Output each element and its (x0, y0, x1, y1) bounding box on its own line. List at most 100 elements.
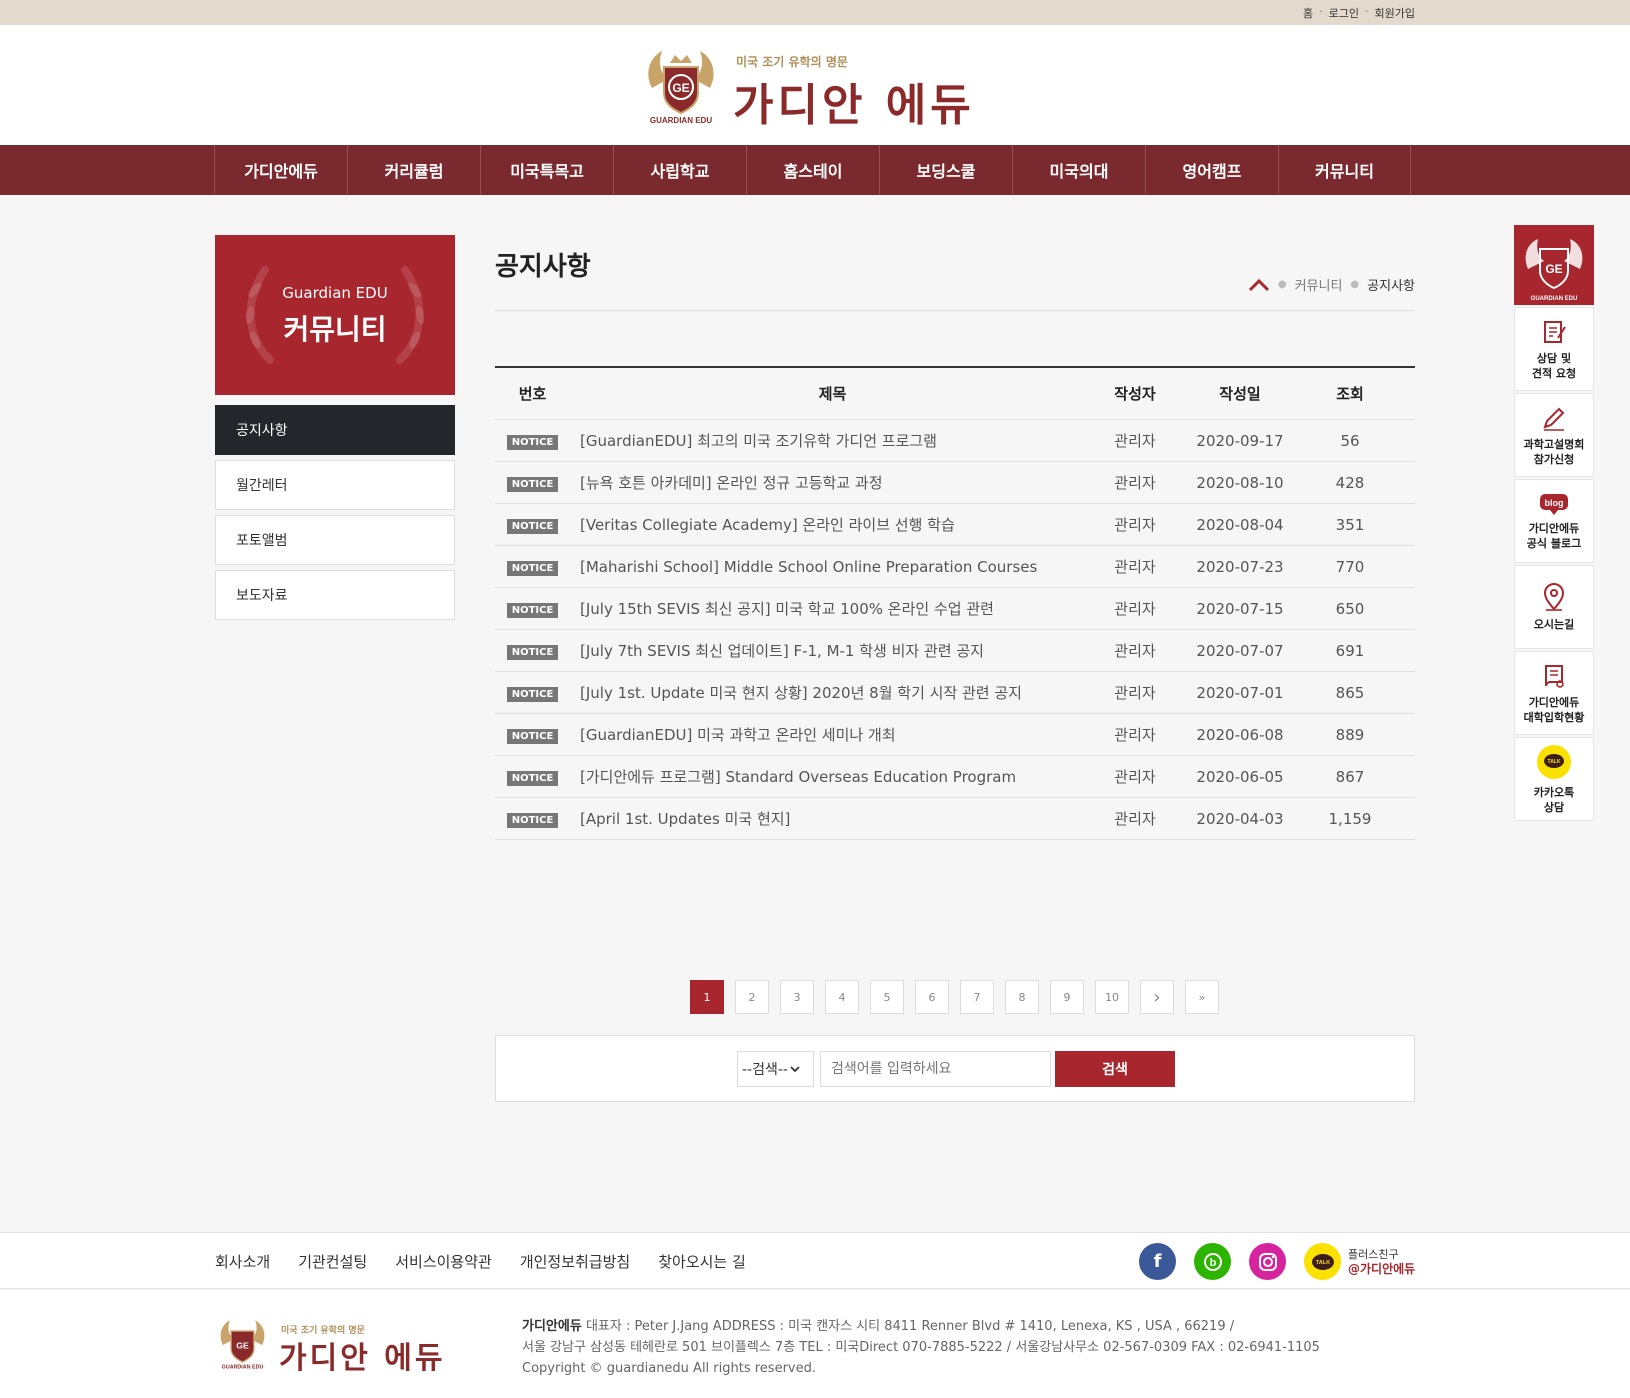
facebook-icon[interactable]: f (1139, 1243, 1176, 1280)
svg-text:GUARDIAN EDU: GUARDIAN EDU (1531, 296, 1578, 302)
post-title-link[interactable]: [GuardianEDU] 최고의 미국 조기유학 가디언 프로그램 (570, 430, 1085, 451)
post-date: 2020-07-23 (1196, 557, 1284, 576)
page-button-5[interactable]: 5 (870, 980, 904, 1014)
plus-friend-label: 플러스친구 (1348, 1248, 1399, 1261)
quick-admission-status[interactable]: 가디안에듀 대학입학현황 (1514, 651, 1594, 735)
post-title-link[interactable]: [Veritas Collegiate Academy] 온라인 라이브 선행 … (570, 514, 1085, 535)
last-page-button[interactable]: » (1185, 980, 1219, 1014)
table-row[interactable]: NOTICE [July 7th SEVIS 최신 업데이트] F-1, M-1 … (495, 630, 1415, 672)
post-title-link[interactable]: [July 7th SEVIS 최신 업데이트] F-1, M-1 학생 비자 … (570, 640, 1085, 661)
page-button-8[interactable]: 8 (1005, 980, 1039, 1014)
quick-label: 공식 블로그 (1526, 536, 1582, 550)
post-title-link[interactable]: [GuardianEDU] 미국 과학고 온라인 세미나 개최 (570, 724, 1085, 745)
signup-link[interactable]: 회원가입 (1375, 5, 1415, 21)
table-row[interactable]: NOTICE [가디안에듀 프로그램] Standard Overseas Edu… (495, 756, 1415, 798)
page-button-4[interactable]: 4 (825, 980, 859, 1014)
quick-science-seminar[interactable]: 과학고설명회 참가신청 (1514, 393, 1594, 477)
page-button-3[interactable]: 3 (780, 980, 814, 1014)
breadcrumb: ● 커뮤니티 ● 공지사항 (1248, 275, 1415, 294)
nav-item-homestay[interactable]: 홈스테이 (746, 145, 879, 195)
table-row[interactable]: NOTICE [GuardianEDU] 미국 과학고 온라인 세미나 개최 관리자… (495, 714, 1415, 756)
logo-emblem-icon: GE GUARDIAN EDU (1525, 239, 1583, 302)
nav-item-medical-school[interactable]: 미국의대 (1012, 145, 1145, 195)
search-field-select-value: --검색-- (742, 1062, 788, 1078)
table-row[interactable]: NOTICE [GuardianEDU] 최고의 미국 조기유학 가디언 프로그램… (495, 420, 1415, 462)
notice-badge: NOTICE (506, 645, 559, 660)
nav-item-community[interactable]: 커뮤니티 (1278, 145, 1411, 195)
post-views: 867 (1335, 767, 1365, 786)
consult-icon (1544, 320, 1566, 343)
next-page-button[interactable]: › (1140, 980, 1174, 1014)
kakao-plus-friend[interactable]: 플러스친구 @가디안에듀 (1348, 1248, 1415, 1276)
post-title-link[interactable]: [July 1st. Update 미국 현지 상황] 2020년 8월 학기 … (570, 682, 1085, 703)
site-logo[interactable]: GE GUARDIAN EDU 미국 조기 유학의 명문 가디안 에듀 (640, 43, 1000, 133)
quick-menu-logo[interactable]: GE GUARDIAN EDU (1514, 225, 1594, 305)
svg-text:GE: GE (672, 81, 689, 95)
nav-item-private-school[interactable]: 사립학교 (613, 145, 746, 195)
logo-brand-name: 가디안 에듀 (733, 80, 975, 131)
separator: ● (1350, 279, 1360, 290)
footer-link-privacy[interactable]: 개인정보취급방침 (520, 1251, 630, 1272)
table-row[interactable]: NOTICE [April 1st. Updates 미국 현지] 관리자 2020-… (495, 798, 1415, 840)
footer-link-directions[interactable]: 찾아오시는 길 (658, 1251, 746, 1272)
footer-logo[interactable]: GE GUARDIAN EDU 미국 조기 유학의 명문 가디안 에듀 (215, 1315, 455, 1376)
footer-link-consulting[interactable]: 기관컨설팅 (298, 1251, 367, 1272)
page-button-9[interactable]: 9 (1050, 980, 1084, 1014)
quick-official-blog[interactable]: blog 가디안에듀 공식 블로그 (1514, 479, 1594, 563)
notice-badge: NOTICE (506, 519, 559, 534)
copyright: Copyright © guardianedu All rights reser… (522, 1361, 816, 1376)
quick-consult-request[interactable]: 상담 및 견적 요청 (1514, 307, 1594, 391)
post-title-link[interactable]: [뉴욕 호튼 아카데미] 온라인 정규 고등학교 과정 (570, 472, 1085, 493)
search-button[interactable]: 검색 (1055, 1051, 1175, 1087)
notice-badge-cell: NOTICE (495, 641, 570, 660)
sidebar-item-photo-album[interactable]: 포토앨범 (215, 515, 455, 565)
page-button-2[interactable]: 2 (735, 980, 769, 1014)
post-date: 2020-04-03 (1196, 809, 1284, 828)
sidebar-item-notice[interactable]: 공지사항 (215, 405, 455, 455)
post-title-link[interactable]: [July 15th SEVIS 최신 공지] 미국 학교 100% 온라인 수… (570, 598, 1085, 619)
instagram-icon[interactable] (1249, 1243, 1286, 1280)
quick-directions[interactable]: 오시는길 (1514, 565, 1594, 649)
search-input[interactable] (820, 1051, 1051, 1087)
post-date: 2020-07-07 (1196, 641, 1284, 660)
nav-item-curriculum[interactable]: 커리큘럼 (347, 145, 480, 195)
sidebar-item-press[interactable]: 보도자료 (215, 570, 455, 620)
nav-item-guardianedu[interactable]: 가디안에듀 (214, 145, 347, 195)
blog-b-icon[interactable]: b (1194, 1243, 1231, 1280)
table-row[interactable]: NOTICE [July 1st. Update 미국 현지 상황] 2020년 … (495, 672, 1415, 714)
footer-navigation: 회사소개 기관컨설팅 서비스이용약관 개인정보취급방침 찾아오시는 길 f b … (0, 1232, 1630, 1289)
page-button-6[interactable]: 6 (915, 980, 949, 1014)
footer-link-terms[interactable]: 서비스이용약관 (395, 1251, 492, 1272)
post-title-link[interactable]: [Maharishi School] Middle School Online … (570, 558, 1085, 576)
nav-item-english-camp[interactable]: 영어캠프 (1145, 145, 1278, 195)
nav-item-boarding-school[interactable]: 보딩스쿨 (879, 145, 1012, 195)
home-link[interactable]: 홈 (1303, 5, 1313, 21)
notice-badge-cell: NOTICE (495, 515, 570, 534)
column-header-number: 번호 (518, 385, 547, 403)
footer-link-about[interactable]: 회사소개 (215, 1251, 270, 1272)
logo-tagline: 미국 조기 유학의 명문 (736, 55, 848, 69)
page-button-7[interactable]: 7 (960, 980, 994, 1014)
sidebar-item-monthly-letter[interactable]: 월간레터 (215, 460, 455, 510)
svg-text:TALK: TALK (1315, 1260, 1329, 1266)
table-row[interactable]: NOTICE [July 15th SEVIS 최신 공지] 미국 학교 100%… (495, 588, 1415, 630)
page-button-10[interactable]: 10 (1095, 980, 1129, 1014)
breadcrumb-community[interactable]: 커뮤니티 (1295, 275, 1343, 294)
page-button-1[interactable]: 1 (690, 980, 724, 1014)
nav-item-special-high[interactable]: 미국특목고 (480, 145, 613, 195)
table-row[interactable]: NOTICE [Veritas Collegiate Academy] 온라인 라… (495, 504, 1415, 546)
table-row[interactable]: NOTICE [Maharishi School] Middle School O… (495, 546, 1415, 588)
post-title-link[interactable]: [가디안에듀 프로그램] Standard Overseas Education… (570, 766, 1085, 787)
sidebar-title-box: Guardian EDU 커뮤니티 (215, 235, 455, 395)
kakao-plus-icon[interactable]: TALK (1304, 1243, 1341, 1280)
home-icon[interactable] (1248, 278, 1270, 292)
login-link[interactable]: 로그인 (1329, 5, 1359, 21)
post-title-link[interactable]: [April 1st. Updates 미국 현지] (570, 808, 1085, 829)
breadcrumb-current: 공지사항 (1367, 279, 1415, 294)
company-address: 대표자 : Peter J.Jang ADDRESS : 미국 캔자스 시티 8… (581, 1319, 1235, 1334)
quick-kakao-consult[interactable]: TALK 카카오톡 상담 (1514, 737, 1594, 821)
table-row[interactable]: NOTICE [뉴욕 호튼 아카데미] 온라인 정규 고등학교 과정 관리자 2020… (495, 462, 1415, 504)
search-field-select[interactable]: --검색-- (737, 1051, 814, 1087)
notice-badge: NOTICE (506, 603, 559, 618)
top-utility-bar: 홈 · 로그인 · 회원가입 (0, 0, 1630, 25)
